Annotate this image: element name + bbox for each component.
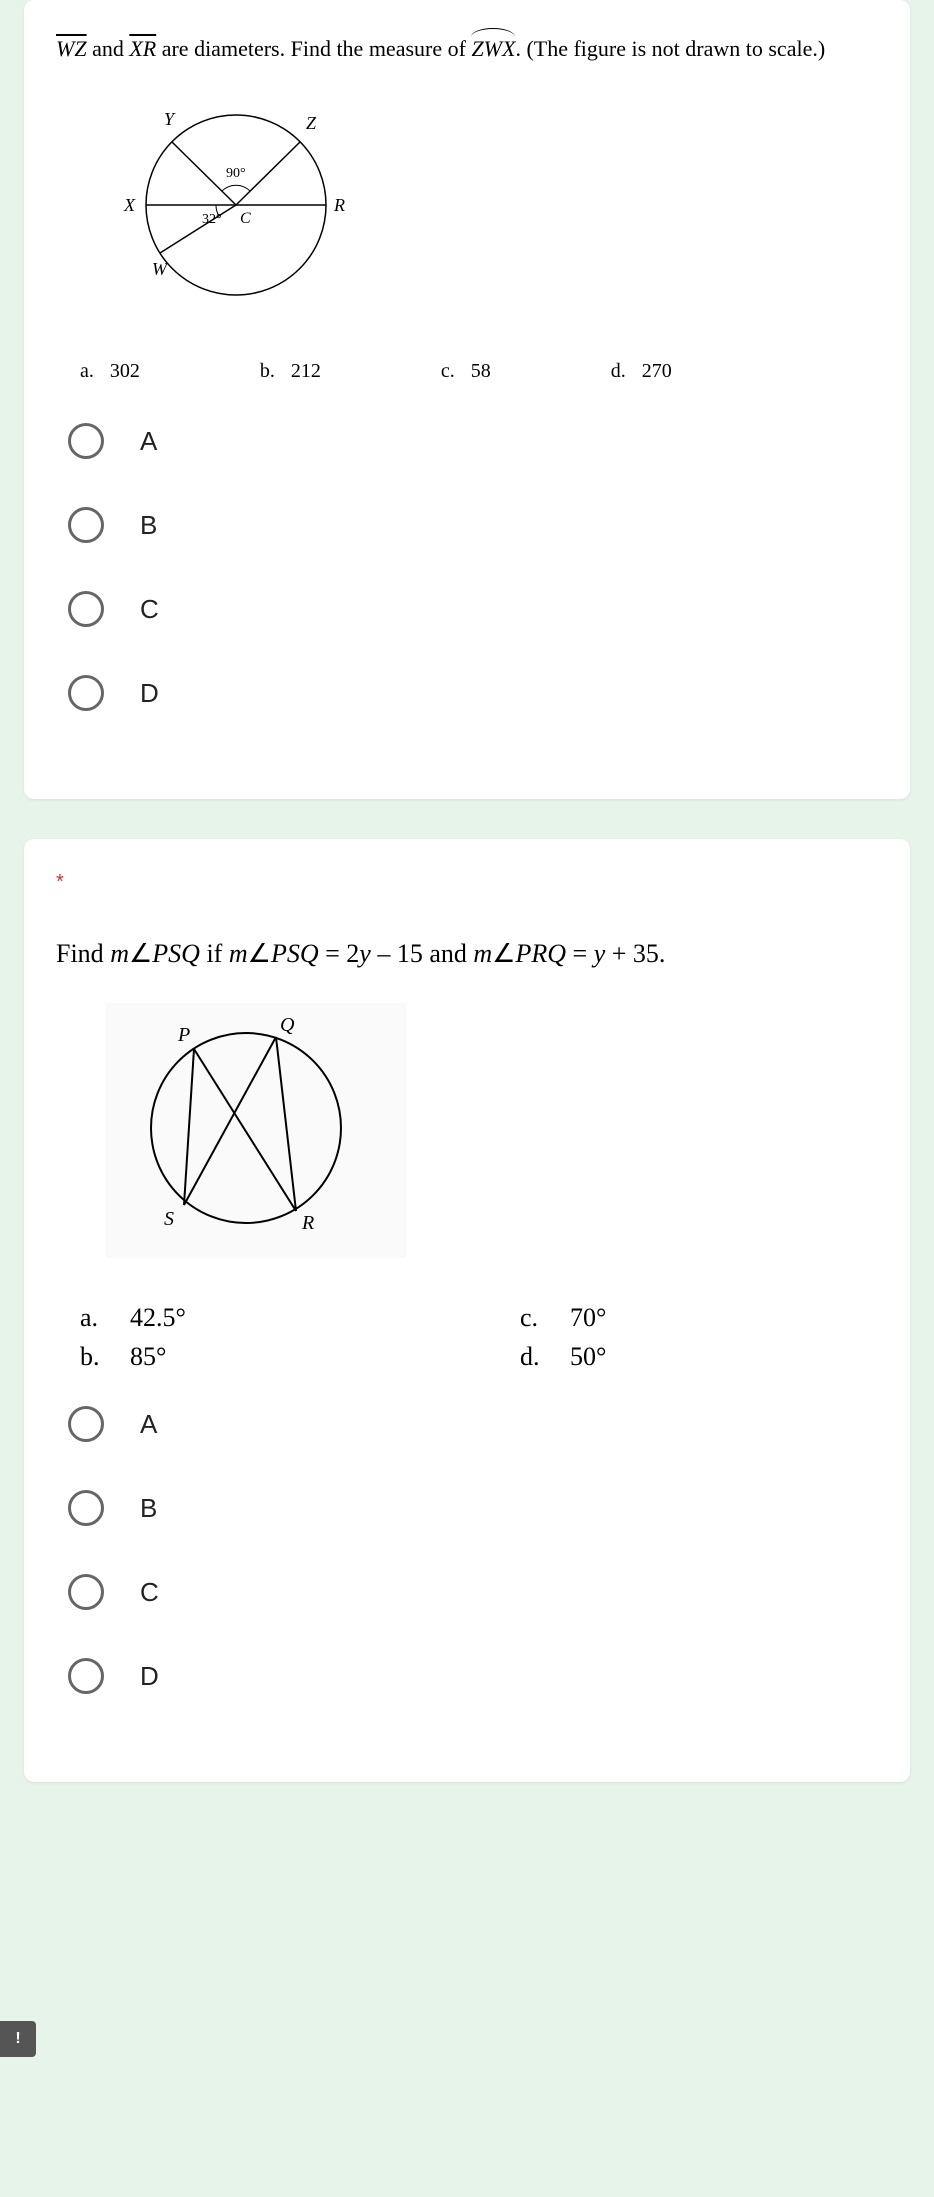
q1-choice-a: a.302 [80, 360, 140, 383]
label-y: Y [164, 109, 176, 129]
q2-figure: P Q S R [106, 1003, 406, 1258]
label-p: P [177, 1024, 190, 1046]
radio-icon [68, 423, 104, 459]
radio-icon [68, 591, 104, 627]
alert-tab[interactable]: ! [0, 2021, 36, 2057]
q1-option-c[interactable]: C [56, 591, 878, 627]
radio-label: B [140, 1493, 157, 1524]
q2-prompt: Find m∠PSQ if m∠PSQ = 2y – 15 and m∠PRQ … [56, 934, 878, 973]
circle-diagram-2: P Q S R [116, 1013, 376, 1243]
q1-choice-b: b.212 [260, 360, 321, 383]
label-x: X [123, 195, 136, 215]
label-r2: R [301, 1212, 314, 1234]
angle-90: 90° [226, 166, 246, 181]
segment-wz: WZ [56, 36, 87, 61]
label-s: S [164, 1208, 174, 1230]
q2-choice-c: c.70° [520, 1298, 606, 1337]
q1-choice-d: d.270 [611, 360, 672, 383]
q2-radio-group: A B C D [56, 1406, 878, 1694]
arc-zwx: ZWX [471, 32, 515, 65]
label-z: Z [306, 113, 317, 133]
circle-diagram-1: Y Z X R W C 90° 32° [106, 95, 366, 315]
q1-choice-c: c.58 [441, 360, 491, 383]
radio-label: B [140, 510, 157, 541]
radio-label: C [140, 1577, 159, 1608]
radio-icon [68, 1658, 104, 1694]
radio-icon [68, 1406, 104, 1442]
radio-icon [68, 507, 104, 543]
radio-label: A [140, 426, 157, 457]
radio-label: A [140, 1409, 157, 1440]
alert-icon: ! [15, 2030, 20, 2048]
q2-option-a[interactable]: A [56, 1406, 878, 1442]
q2-choice-d: d.50° [520, 1337, 606, 1376]
q2-option-b[interactable]: B [56, 1490, 878, 1526]
label-c: C [240, 210, 251, 227]
q2-choice-a: a.42.5° [80, 1298, 520, 1337]
question-1-card: WZ and XR are diameters. Find the measur… [24, 0, 910, 799]
radio-label: C [140, 594, 159, 625]
radio-icon [68, 1574, 104, 1610]
required-indicator: * [56, 871, 878, 894]
radio-icon [68, 1490, 104, 1526]
segment-xr: XR [129, 36, 156, 61]
q1-option-b[interactable]: B [56, 507, 878, 543]
q1-option-d[interactable]: D [56, 675, 878, 711]
q2-option-d[interactable]: D [56, 1658, 878, 1694]
angle-32: 32° [202, 212, 222, 227]
q1-answer-choices: a.302 b.212 c.58 d.270 [56, 360, 878, 383]
q1-prompt: WZ and XR are diameters. Find the measur… [56, 32, 878, 65]
radio-label: D [140, 678, 159, 709]
radio-label: D [140, 1661, 159, 1692]
q1-option-a[interactable]: A [56, 423, 878, 459]
q2-answer-choices: a.42.5° b.85° c.70° d.50° [56, 1298, 878, 1376]
label-r: R [333, 195, 345, 215]
radio-icon [68, 675, 104, 711]
question-2-card: * Find m∠PSQ if m∠PSQ = 2y – 15 and m∠PR… [24, 839, 910, 1782]
q2-choice-b: b.85° [80, 1337, 520, 1376]
q1-figure: Y Z X R W C 90° 32° [106, 95, 878, 320]
q1-radio-group: A B C D [56, 423, 878, 711]
label-q: Q [280, 1014, 295, 1036]
q2-option-c[interactable]: C [56, 1574, 878, 1610]
label-w: W [152, 259, 169, 279]
